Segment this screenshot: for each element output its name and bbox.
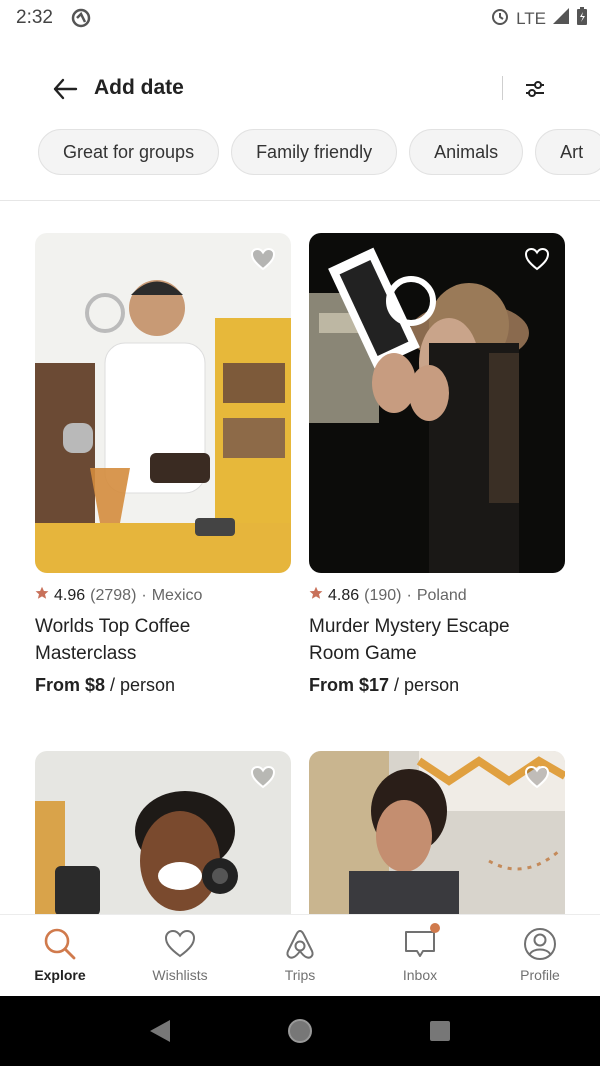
coffee-photo	[35, 233, 291, 573]
experience-card[interactable]: 4.96 (2798) · Mexico Worlds Top Coffee M…	[35, 233, 291, 696]
header-divider	[502, 76, 503, 100]
status-right: LTE	[490, 6, 588, 31]
nav-wishlists[interactable]: Wishlists	[120, 915, 240, 996]
status-bar: 2:32 LTE	[0, 0, 600, 36]
bottom-nav: Explore Wishlists Trips Inbox Profile	[0, 914, 600, 996]
review-count: (190)	[364, 586, 402, 604]
system-nav-bar	[0, 996, 600, 1066]
nav-label: Explore	[34, 967, 86, 983]
filters-button[interactable]	[520, 74, 550, 104]
heart-icon	[250, 765, 276, 789]
chip-art[interactable]: Art	[535, 129, 600, 175]
heart-icon	[164, 929, 196, 958]
country-label: Mexico	[151, 586, 203, 604]
card-title-line: Masterclass	[35, 643, 137, 664]
card-title-line: Room Game	[309, 643, 417, 664]
price-unit: / person	[389, 675, 460, 695]
wishlist-heart-button[interactable]	[249, 245, 277, 273]
heart-icon	[250, 247, 276, 271]
status-time: 2:32	[16, 7, 53, 28]
nav-explore[interactable]: Explore	[0, 915, 120, 996]
chip-family-friendly[interactable]: Family friendly	[231, 129, 398, 175]
nav-inbox[interactable]: Inbox	[360, 915, 480, 996]
experience-card[interactable]	[309, 751, 565, 916]
star-icon	[309, 586, 323, 605]
signal-icon	[552, 7, 570, 30]
system-back-button[interactable]	[140, 1011, 180, 1051]
card-meta: 4.96 (2798) · Mexico	[35, 586, 291, 605]
meta-dot: ·	[141, 586, 147, 604]
card-price: From $17 / person	[309, 675, 565, 696]
chip-great-for-groups[interactable]: Great for groups	[38, 129, 220, 175]
airbnb-logo-icon	[286, 929, 314, 959]
system-home-button[interactable]	[280, 1011, 320, 1051]
mystery-photo	[309, 233, 565, 573]
nav-label: Trips	[284, 967, 316, 983]
nav-label: Inbox	[402, 967, 438, 983]
wishlist-heart-button[interactable]	[523, 245, 551, 273]
card-price: From $8 / person	[35, 675, 291, 696]
category-chips: Great for groups Family friendly Animals…	[38, 129, 600, 175]
notification-dot	[430, 923, 440, 933]
rating-value: 4.86	[328, 586, 360, 604]
wishlist-heart-button[interactable]	[523, 763, 551, 791]
rating-value: 4.96	[54, 586, 86, 604]
card-photo-mystery[interactable]	[309, 233, 565, 573]
chip-animals[interactable]: Animals	[409, 129, 524, 175]
card-meta: 4.86 (190) · Poland	[309, 586, 565, 605]
triangle-back-icon	[150, 1020, 170, 1042]
alarm-icon	[490, 6, 510, 31]
header: Add date	[0, 60, 600, 116]
heart-icon	[524, 247, 550, 271]
experience-card[interactable]: 4.86 (190) · Poland Murder Mystery Escap…	[309, 233, 565, 696]
filter-sliders-icon	[526, 81, 544, 97]
system-recents-button[interactable]	[420, 1011, 460, 1051]
experience-card[interactable]	[35, 751, 291, 916]
add-date-title[interactable]: Add date	[94, 76, 184, 100]
card-title[interactable]: Worlds Top Coffee Masterclass	[35, 613, 291, 667]
card-photo-party[interactable]	[309, 751, 565, 916]
price-from: From $8	[35, 675, 106, 695]
profile-icon	[524, 928, 556, 960]
meta-dot: ·	[406, 586, 412, 604]
nav-trips[interactable]: Trips	[240, 915, 360, 996]
square-recents-icon	[430, 1021, 450, 1041]
arrow-left-icon	[53, 78, 78, 100]
card-title-line: Worlds Top Coffee	[35, 616, 191, 637]
battery-icon	[576, 6, 588, 31]
chips-divider	[0, 200, 600, 201]
nav-profile[interactable]: Profile	[480, 915, 600, 996]
card-title-line: Murder Mystery Escape	[309, 616, 510, 637]
price-unit: / person	[105, 675, 176, 695]
home-circle-icon	[288, 1019, 312, 1043]
price-from: From $17	[309, 675, 390, 695]
card-photo-music[interactable]	[35, 751, 291, 916]
search-icon	[44, 928, 76, 960]
wishlist-heart-button[interactable]	[249, 763, 277, 791]
country-label: Poland	[416, 586, 467, 604]
star-icon	[35, 586, 49, 605]
back-button[interactable]	[50, 74, 80, 104]
card-photo-coffee[interactable]	[35, 233, 291, 573]
card-title[interactable]: Murder Mystery Escape Room Game	[309, 613, 565, 667]
nav-label: Profile	[520, 967, 560, 983]
data-saver-icon	[71, 8, 91, 28]
review-count: (2798)	[90, 586, 137, 604]
heart-icon	[524, 765, 550, 789]
nav-label: Wishlists	[152, 967, 208, 983]
network-label: LTE	[516, 8, 546, 28]
